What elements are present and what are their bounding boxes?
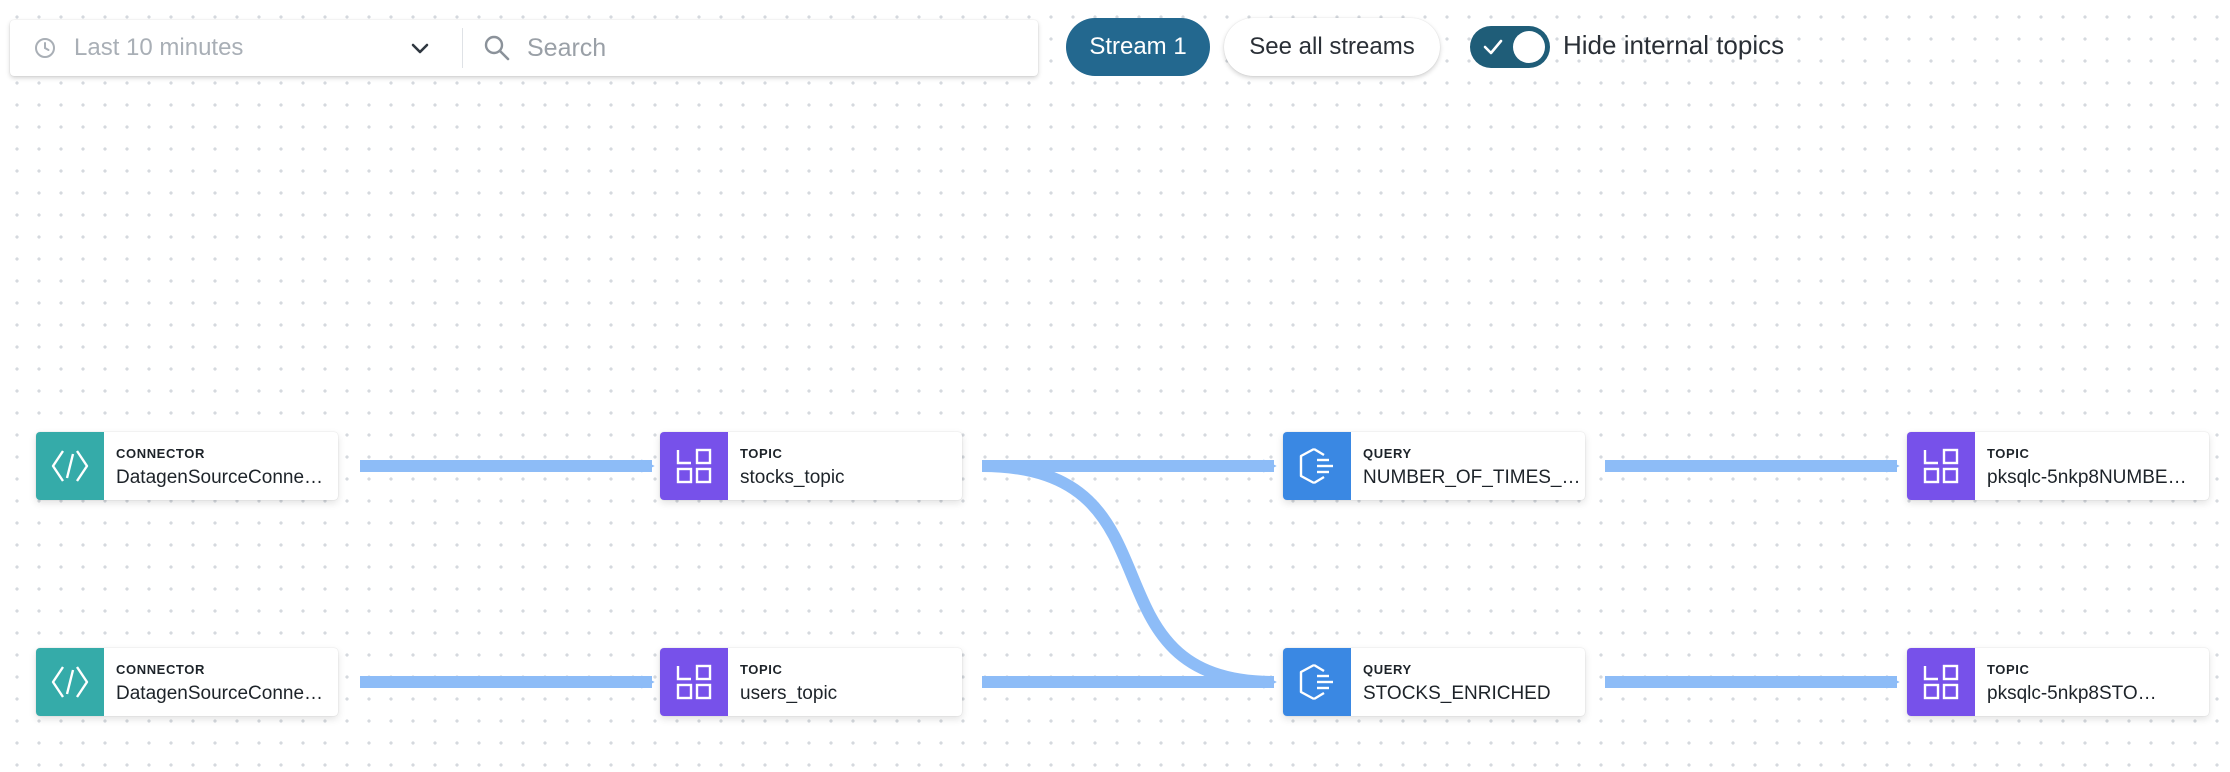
node-output-topic-1[interactable]: TOPIC pksqlc-5nkp8NUMBE… — [1907, 432, 2209, 500]
node-kind: TOPIC — [740, 662, 783, 677]
node-connector-1[interactable]: CONNECTOR DatagenSourceConne… — [36, 432, 338, 500]
topic-icon — [1907, 432, 1975, 500]
node-name: DatagenSourceConne… — [116, 467, 324, 488]
node-kind: CONNECTOR — [116, 446, 205, 461]
topic-icon — [660, 432, 728, 500]
node-users-topic[interactable]: TOPIC users_topic — [660, 648, 962, 716]
node-query-number-of-times[interactable]: QUERY NUMBER_OF_TIMES_… — [1283, 432, 1585, 500]
node-name: stocks_topic — [740, 467, 845, 488]
topic-icon — [660, 648, 728, 716]
connector-icon — [36, 648, 104, 716]
node-connector-2[interactable]: CONNECTOR DatagenSourceConne… — [36, 648, 338, 716]
node-query-stocks-enriched[interactable]: QUERY STOCKS_ENRICHED — [1283, 648, 1585, 716]
node-name: DatagenSourceConne… — [116, 683, 324, 704]
node-name: STOCKS_ENRICHED — [1363, 683, 1551, 704]
node-kind: QUERY — [1363, 662, 1412, 677]
query-icon — [1283, 432, 1351, 500]
node-name: users_topic — [740, 683, 838, 704]
node-name: pksqlc-5nkp8STO… — [1987, 683, 2157, 704]
query-icon — [1283, 648, 1351, 716]
node-kind: TOPIC — [1987, 662, 2030, 677]
node-output-topic-2[interactable]: TOPIC pksqlc-5nkp8STO… — [1907, 648, 2209, 716]
node-kind: QUERY — [1363, 446, 1412, 461]
node-name: NUMBER_OF_TIMES_… — [1363, 467, 1581, 488]
node-stocks-topic[interactable]: TOPIC stocks_topic — [660, 432, 962, 500]
node-kind: CONNECTOR — [116, 662, 205, 677]
node-kind: TOPIC — [740, 446, 783, 461]
connector-icon — [36, 432, 104, 500]
edge-stocks-topic-query-stocks-enriched — [981, 460, 1277, 689]
topic-icon — [1907, 648, 1975, 716]
node-name: pksqlc-5nkp8NUMBE… — [1987, 467, 2187, 488]
node-kind: TOPIC — [1987, 446, 2030, 461]
